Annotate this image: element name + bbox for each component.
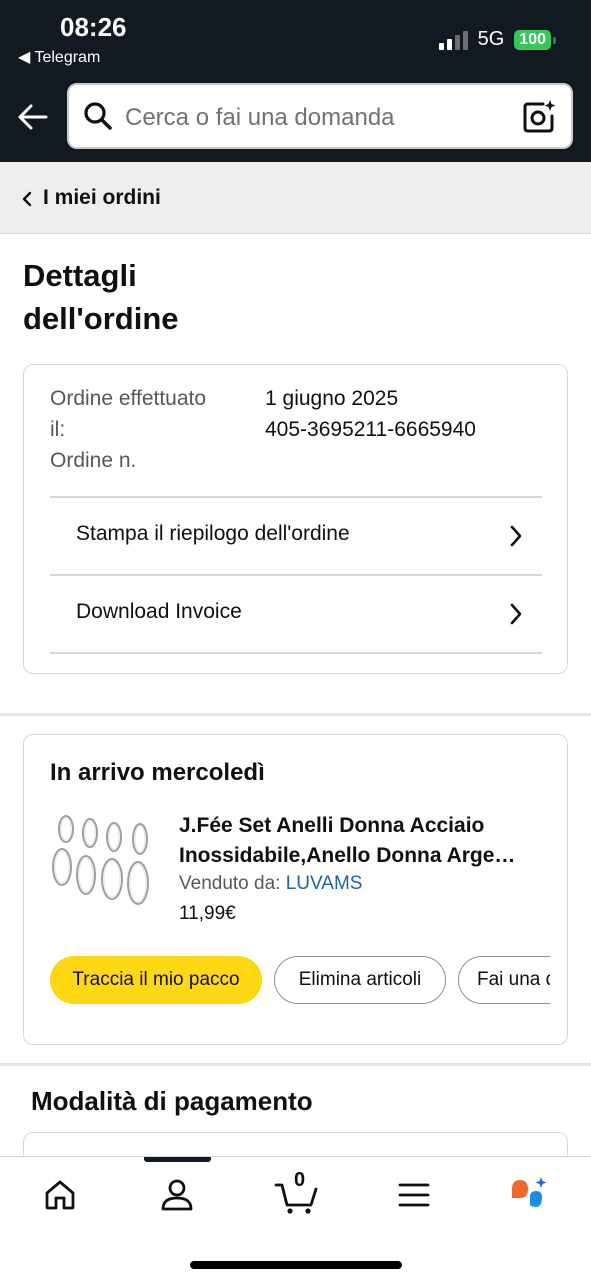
download-invoice-link[interactable]: Download Invoice	[50, 576, 542, 652]
payment-section-title: Modalità di pagamento	[31, 1086, 313, 1116]
page-title: Dettagli dell'ordine	[23, 258, 179, 336]
chevron-right-icon	[510, 525, 522, 547]
rufus-assistant-icon[interactable]	[508, 1175, 552, 1215]
bottom-nav: 0	[0, 1156, 591, 1280]
breadcrumb-label[interactable]: I miei ordini	[43, 186, 161, 210]
home-indicator	[190, 1261, 402, 1269]
download-invoice-label: Download Invoice	[76, 600, 242, 623]
status-time: 08:26	[60, 12, 127, 42]
product-price: 11,99€	[179, 903, 236, 924]
seller-link[interactable]: LUVAMS	[286, 873, 363, 894]
shipment-actions: Traccia il mio pacco Elimina articoli Fa…	[50, 956, 550, 1006]
arrival-status: In arrivo mercoledì	[50, 759, 265, 786]
section-divider	[0, 1063, 591, 1066]
signal-icon	[438, 30, 468, 50]
order-date-label: Ordine effettuato	[50, 387, 207, 410]
cart-count: 0	[294, 1169, 306, 1191]
order-info-card: Ordine effettuato il: Ordine n. 1 giugno…	[23, 364, 568, 674]
divider	[50, 652, 542, 654]
product-title[interactable]: J.Fée Set Anelli Donna Acciaio Inossidab…	[179, 811, 549, 871]
sold-by: Venduto da: LUVAMS	[179, 873, 362, 895]
order-date-label-cont: il:	[50, 418, 66, 441]
account-icon[interactable]	[157, 1175, 197, 1215]
sold-by-label: Venduto da:	[179, 873, 281, 894]
product-title-line2: Inossidabile,Anello Donna Arge…	[179, 844, 516, 867]
chevron-left-icon	[22, 191, 32, 207]
search-placeholder: Cerca o fai una domanda	[125, 104, 395, 131]
product-image[interactable]	[48, 807, 158, 917]
home-icon[interactable]	[40, 1175, 80, 1215]
order-date-value: 1 giugno 2025	[265, 387, 399, 410]
search-input[interactable]: Cerca o fai una domanda	[67, 83, 573, 149]
shipment-card: In arrivo mercoledì J.Fée Set Anelli Don…	[23, 734, 568, 1045]
menu-icon[interactable]	[394, 1175, 434, 1215]
track-package-button[interactable]: Traccia il mio pacco	[50, 956, 262, 1004]
status-indicators: 5G 100	[438, 28, 556, 51]
product-title-line1: J.Fée Set Anelli Donna Acciaio	[179, 814, 485, 837]
order-number-value: 405-3695211-6665940	[265, 418, 476, 441]
section-divider	[0, 713, 591, 716]
camera-lens-icon[interactable]	[521, 99, 557, 135]
active-tab-indicator	[144, 1157, 211, 1162]
breadcrumb[interactable]: I miei ordini	[0, 162, 591, 234]
order-number-label: Ordine n.	[50, 449, 137, 472]
print-summary-label: Stampa il riepilogo dell'ordine	[76, 522, 350, 545]
top-header: 08:26 ◀ Telegram 5G 100 Cerca o fai una …	[0, 0, 591, 162]
back-to-app-link[interactable]: ◀ Telegram	[18, 47, 100, 67]
ask-question-button[interactable]: Fai una d	[458, 956, 550, 1004]
delete-items-button[interactable]: Elimina articoli	[274, 956, 446, 1004]
back-arrow-icon[interactable]	[16, 100, 50, 134]
print-summary-link[interactable]: Stampa il riepilogo dell'ordine	[50, 498, 542, 574]
network-label: 5G	[477, 28, 505, 50]
chevron-right-icon	[510, 603, 522, 625]
search-icon	[84, 102, 112, 130]
battery-icon: 100	[514, 29, 556, 50]
